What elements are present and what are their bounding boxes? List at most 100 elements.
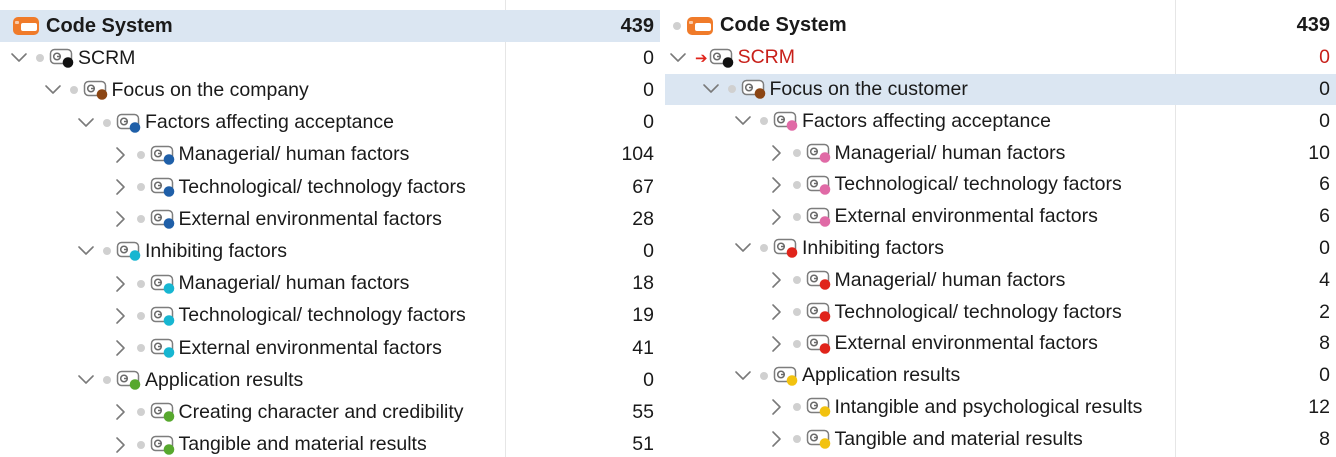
code-row-technological-technology-factors[interactable]: Technological/ technology factors 6	[665, 169, 1336, 201]
code-row-label-cell: Managerial/ human factors	[767, 264, 1066, 296]
chevron-down-icon[interactable]	[702, 80, 720, 98]
code-icon	[806, 206, 832, 228]
code-icon	[150, 208, 176, 230]
code-label: Managerial/ human factors	[178, 272, 410, 295]
code-row-focus-on-the-customer[interactable]: Focus on the customer 0	[665, 73, 1336, 106]
chevron-right-icon[interactable]	[767, 271, 785, 289]
chevron-right-icon[interactable]	[767, 335, 785, 353]
code-row-label-cell: Intangible and psychological results	[767, 392, 1142, 424]
chevron-right-icon[interactable]	[111, 275, 129, 293]
code-icon	[741, 78, 767, 100]
code-row-factors-affecting-acceptance[interactable]: Factors affecting acceptance 0	[665, 105, 1336, 137]
chevron-down-icon[interactable]	[77, 114, 95, 132]
code-row-external-environmental-factors[interactable]: External environmental factors 6	[665, 201, 1336, 233]
code-row-technological-technology-factors[interactable]: Technological/ technology factors 19	[0, 300, 660, 332]
code-row-external-environmental-factors[interactable]: External environmental factors 41	[0, 332, 660, 364]
coded-segments-count: 0	[643, 46, 654, 69]
coded-segments-count: 19	[632, 304, 654, 327]
code-row-label-cell: Tangible and material results	[767, 423, 1083, 455]
code-label: Inhibiting factors	[145, 239, 287, 262]
chevron-down-icon[interactable]	[44, 81, 62, 99]
code-row-inhibiting-factors[interactable]: Inhibiting factors 0	[665, 233, 1336, 265]
code-icon	[150, 434, 176, 456]
chevron-right-icon[interactable]	[111, 146, 129, 164]
chevron-down-icon[interactable]	[77, 371, 95, 389]
chevron-right-icon[interactable]	[767, 176, 785, 194]
status-dot	[136, 408, 145, 417]
code-icon	[150, 176, 176, 198]
code-system-icon	[686, 16, 714, 36]
code-row-application-results[interactable]: Application results 0	[0, 364, 660, 396]
code-row-label-cell: Inhibiting factors	[734, 233, 944, 265]
code-row-label-cell: Creating character and credibility	[111, 396, 464, 428]
code-row-technological-technology-factors[interactable]: Technological/ technology factors 67	[0, 171, 660, 203]
code-row-label-cell: Technological/ technology factors	[111, 300, 466, 332]
code-label: Creating character and credibility	[178, 400, 464, 423]
code-label: External environmental factors	[834, 332, 1098, 355]
code-row-scrm[interactable]: SCRM 0	[0, 42, 660, 74]
code-label: SCRM	[78, 46, 136, 69]
chevron-right-icon[interactable]	[111, 403, 129, 421]
code-row-tangible-and-material-results[interactable]: Tangible and material results 51	[0, 429, 660, 457]
code-row-intangible-and-psychological-results[interactable]: Intangible and psychological results 12	[665, 392, 1336, 424]
chevron-down-icon[interactable]	[734, 112, 752, 130]
chevron-right-icon[interactable]	[767, 303, 785, 321]
code-row-label-cell: Technological/ technology factors	[111, 171, 466, 203]
code-system-header[interactable]: Code System 439	[665, 10, 1336, 42]
coded-segments-count: 55	[632, 400, 654, 423]
chevron-right-icon[interactable]	[767, 430, 785, 448]
code-row-label-cell: Application results	[734, 360, 960, 392]
code-row-external-environmental-factors[interactable]: External environmental factors 28	[0, 203, 660, 235]
status-dot	[103, 118, 111, 127]
chevron-right-icon[interactable]	[767, 208, 785, 226]
code-label: Managerial/ human factors	[834, 268, 1066, 291]
chevron-right-icon[interactable]	[767, 144, 785, 162]
code-row-focus-on-the-company[interactable]: Focus on the company 0	[0, 74, 660, 106]
chevron-down-icon[interactable]	[734, 367, 752, 385]
code-row-creating-character-and-credibility[interactable]: Creating character and credibility 55	[0, 396, 660, 428]
chevron-right-icon[interactable]	[111, 307, 129, 325]
coded-segments-count: 41	[632, 336, 654, 359]
code-row-managerial-human-factors[interactable]: Managerial/ human factors 10	[665, 137, 1336, 169]
coded-segments-count: 104	[621, 143, 654, 166]
code-row-managerial-human-factors[interactable]: Managerial/ human factors 18	[0, 268, 660, 300]
status-dot	[727, 85, 736, 94]
code-row-factors-affecting-acceptance[interactable]: Factors affecting acceptance 0	[0, 107, 660, 139]
code-system-title: Code System	[46, 14, 173, 37]
code-row-tangible-and-material-results[interactable]: Tangible and material results 8	[665, 423, 1336, 455]
coded-segments-count: 8	[1319, 332, 1330, 355]
code-row-application-results[interactable]: Application results 0	[665, 360, 1336, 392]
code-icon	[150, 401, 176, 423]
code-icon	[773, 110, 799, 132]
code-system-header[interactable]: Code System 439	[0, 10, 660, 43]
code-icon	[150, 337, 176, 359]
coded-segments-count: 0	[1319, 77, 1330, 100]
chevron-down-icon[interactable]	[10, 49, 28, 67]
chevron-right-icon[interactable]	[111, 178, 129, 196]
code-row-label-cell: Technological/ technology factors	[767, 296, 1122, 328]
coded-segments-count: 0	[643, 239, 654, 262]
chevron-right-icon[interactable]	[111, 339, 129, 357]
code-row-label-cell: Focus on the company	[44, 74, 309, 106]
code-icon	[49, 47, 75, 69]
status-dot	[103, 376, 111, 385]
chevron-right-icon[interactable]	[111, 210, 129, 228]
code-label: Factors affecting acceptance	[802, 109, 1051, 132]
chevron-down-icon[interactable]	[77, 242, 95, 260]
code-icon	[806, 396, 832, 418]
chevron-right-icon[interactable]	[767, 398, 785, 416]
code-label: Application results	[145, 368, 304, 391]
status-dot	[136, 440, 145, 449]
code-row-inhibiting-factors[interactable]: Inhibiting factors 0	[0, 235, 660, 267]
code-row-managerial-human-factors[interactable]: Managerial/ human factors 4	[665, 264, 1336, 296]
code-row-managerial-human-factors[interactable]: Managerial/ human factors 104	[0, 139, 660, 171]
status-dot	[136, 311, 145, 320]
code-system-total-count: 439	[620, 14, 654, 37]
code-row-technological-technology-factors[interactable]: Technological/ technology factors 2	[665, 296, 1336, 328]
code-row-scrm[interactable]: ➔ SCRM 0	[665, 42, 1336, 74]
code-row-external-environmental-factors[interactable]: External environmental factors 8	[665, 328, 1336, 360]
chevron-down-icon[interactable]	[734, 239, 752, 257]
chevron-down-icon[interactable]	[669, 49, 687, 67]
code-system-panel-left: Code System 439 SCRM 0 Focus on the company 0…	[0, 0, 660, 457]
chevron-right-icon[interactable]	[111, 436, 129, 454]
